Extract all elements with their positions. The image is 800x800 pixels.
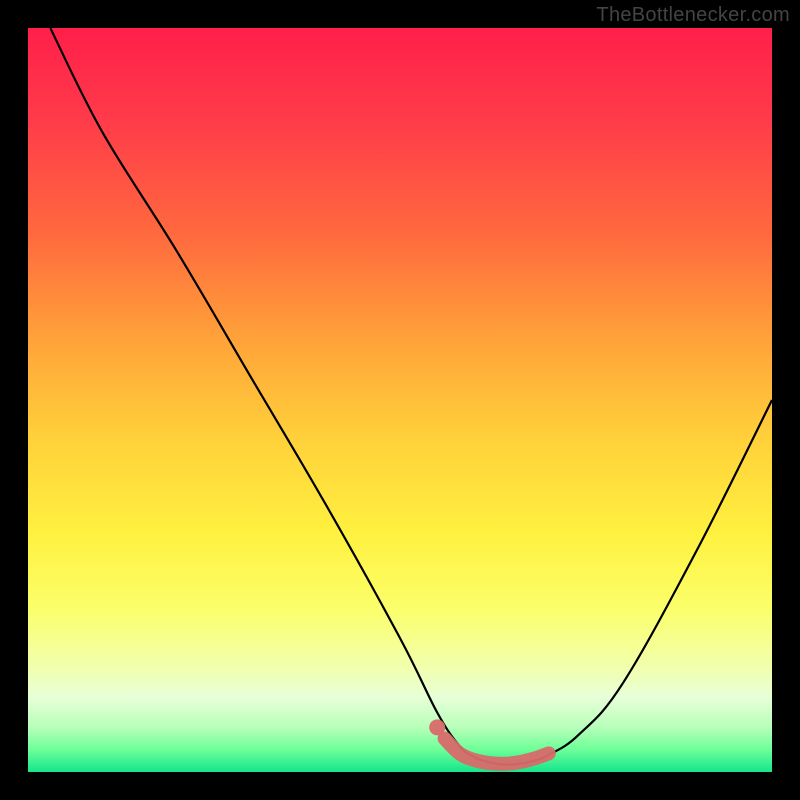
plot-area bbox=[28, 28, 772, 772]
chart-stage: TheBottlenecker.com bbox=[0, 0, 800, 800]
optimal-range-marker bbox=[445, 739, 549, 764]
bottleneck-curve bbox=[50, 28, 772, 765]
chart-svg bbox=[28, 28, 772, 772]
watermark-text: TheBottlenecker.com bbox=[596, 4, 790, 27]
optimal-range-dot bbox=[429, 719, 445, 735]
